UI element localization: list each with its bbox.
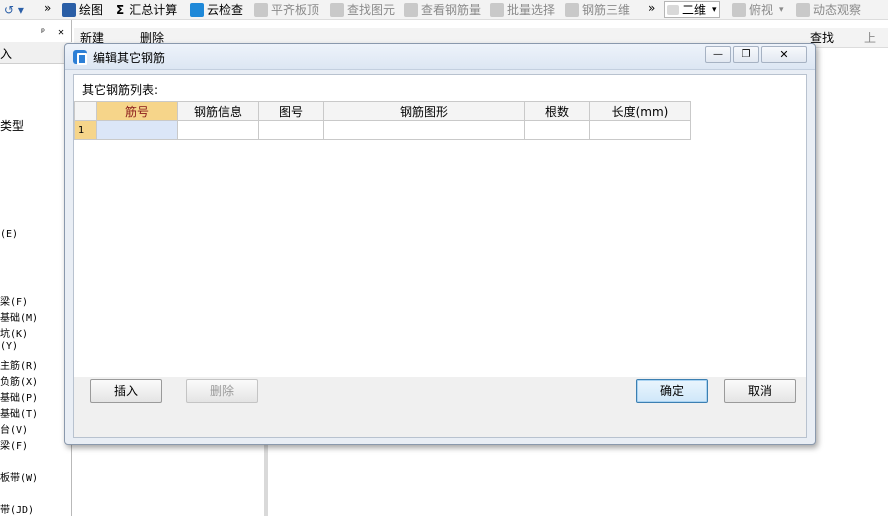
list-item[interactable]: (E) [0, 229, 18, 240]
align-slab-icon [254, 3, 268, 17]
toolbar-more-left[interactable]: » [44, 0, 51, 17]
dialog-title-bar[interactable]: 编辑其它钢筋 — ❐ ✕ [65, 44, 815, 70]
close-icon[interactable]: ✕ [58, 27, 64, 38]
close-button[interactable]: ✕ [761, 46, 807, 63]
list-item[interactable]: 台(V) [0, 421, 28, 436]
list-item[interactable]: 板带(W) [0, 469, 38, 484]
list-item[interactable]: 基础(T) [0, 405, 38, 420]
row-number[interactable]: 1 [74, 120, 97, 140]
dynamic-orbit-label: 动态观察 [813, 3, 862, 17]
list-item[interactable]: 主筋(R) [0, 357, 38, 372]
column-header-length[interactable]: 长度(mm) [589, 101, 691, 121]
list-label: 其它钢筋列表: [82, 83, 159, 97]
column-header-rebar-shape[interactable]: 钢筋图形 [323, 101, 525, 121]
main-toolbar: ↺ ▾ » 绘图 Σ 汇总计算 云检查 平齐板顶 查找图元 查看钢筋量 批量选择 … [0, 0, 888, 20]
edit-other-rebar-dialog: 编辑其它钢筋 — ❐ ✕ 其它钢筋列表: 筋号 钢筋信息 图号 钢筋图形 根数 … [64, 43, 816, 445]
cell-length[interactable] [589, 120, 691, 140]
rebar-grid: 筋号 钢筋信息 图号 钢筋图形 根数 长度(mm) 1 [74, 101, 691, 140]
insert-button[interactable]: 插入 [90, 379, 162, 403]
chevron-down-icon: ▾ [779, 5, 784, 15]
align-slab-top-button[interactable]: 平齐板顶 [254, 1, 319, 19]
cloud-check-label: 云检查 [207, 3, 244, 17]
list-item[interactable]: 坑(K) [0, 325, 28, 340]
dialog-body: 其它钢筋列表: 筋号 钢筋信息 图号 钢筋图形 根数 长度(mm) 1 插入 删… [73, 74, 807, 438]
top-view-button[interactable]: 俯视 ▾ [732, 1, 784, 19]
cancel-button[interactable]: 取消 [724, 379, 796, 403]
close-icon: ✕ [779, 48, 789, 61]
find-element-label: 查找图元 [347, 3, 396, 17]
undo-icon[interactable]: ↺ ▾ [4, 1, 24, 19]
restore-button[interactable]: ❐ [733, 46, 759, 63]
rebar-3d-label: 钢筋三维 [582, 3, 631, 17]
top-view-label: 俯视 [749, 3, 774, 17]
restore-icon: ❐ [741, 49, 751, 60]
cell-bar-number[interactable] [96, 120, 178, 140]
find-element-icon [330, 3, 344, 17]
column-header-figure-number[interactable]: 图号 [258, 101, 324, 121]
sigma-icon: Σ [116, 3, 125, 17]
view-mode-value: 二维 [682, 2, 707, 17]
cloud-check-icon [190, 3, 204, 17]
rebar-3d-button[interactable]: 钢筋三维 [565, 1, 630, 19]
cell-figure-number[interactable] [258, 120, 324, 140]
up-button[interactable]: 上 [864, 29, 876, 47]
view-rebar-qty-button[interactable]: 查看钢筋量 [404, 1, 481, 19]
draw-icon [62, 3, 76, 17]
summary-calc-button[interactable]: Σ 汇总计算 [116, 1, 177, 19]
delete-button[interactable]: 删除 [186, 379, 258, 403]
draw-button[interactable]: 绘图 [62, 1, 103, 19]
list-item[interactable]: 梁(F) [0, 437, 28, 452]
chevron-down-icon: ▾ [712, 4, 717, 15]
align-slab-label: 平齐板顶 [271, 3, 320, 17]
column-header-rebar-info[interactable]: 钢筋信息 [177, 101, 259, 121]
column-header-bar-number[interactable]: 筋号 [96, 101, 178, 121]
rebar-3d-icon [565, 3, 579, 17]
left-panel-insert-bar: 入 [0, 42, 72, 64]
pin-icon[interactable]: ᵖ [40, 27, 46, 38]
find-element-button[interactable]: 查找图元 [330, 1, 395, 19]
dialog-title: 编辑其它钢筋 [93, 51, 166, 65]
dialog-footer: 插入 删除 确定 取消 [74, 377, 806, 437]
batch-select-button[interactable]: 批量选择 [490, 1, 555, 19]
dynamic-orbit-icon [796, 3, 810, 17]
view-mode-select[interactable]: 二维 ▾ [664, 1, 720, 18]
dynamic-orbit-button[interactable]: 动态观察 [796, 1, 861, 19]
app-icon [73, 50, 87, 65]
ok-button[interactable]: 确定 [636, 379, 708, 403]
batch-select-label: 批量选择 [507, 3, 556, 17]
list-item[interactable]: (Y) [0, 341, 18, 352]
list-item[interactable]: 基础(M) [0, 309, 38, 324]
list-item[interactable]: 负筋(X) [0, 373, 38, 388]
up-label: 上 [864, 31, 877, 45]
batch-select-icon [490, 3, 504, 17]
insert-tab[interactable]: 入 [0, 45, 12, 62]
table-row[interactable]: 1 [74, 120, 691, 140]
draw-label: 绘图 [79, 3, 104, 17]
cell-rebar-shape[interactable] [323, 120, 525, 140]
list-item[interactable]: 带(JD) [0, 501, 34, 516]
list-item[interactable]: 类型 [0, 117, 24, 134]
summary-calc-label: 汇总计算 [129, 3, 178, 17]
left-panel: 置 ᵖ ✕ 入 类型 (E) 梁(F) 基础(M) 坑(K) (Y) 主筋(R)… [0, 20, 72, 516]
cell-rebar-info[interactable] [177, 120, 259, 140]
minimize-button[interactable]: — [705, 46, 731, 63]
list-item[interactable]: 基础(P) [0, 389, 38, 404]
cell-count[interactable] [524, 120, 590, 140]
view-rebar-qty-icon [404, 3, 418, 17]
view-rebar-qty-label: 查看钢筋量 [421, 3, 482, 17]
grid-corner[interactable] [74, 101, 97, 121]
view-mode-icon [667, 4, 679, 15]
top-view-icon [732, 3, 746, 17]
toolbar-more-right[interactable]: » [648, 0, 655, 17]
cloud-check-button[interactable]: 云检查 [190, 1, 243, 19]
column-header-count[interactable]: 根数 [524, 101, 590, 121]
minimize-icon: — [713, 49, 723, 60]
list-item[interactable]: 梁(F) [0, 293, 28, 308]
